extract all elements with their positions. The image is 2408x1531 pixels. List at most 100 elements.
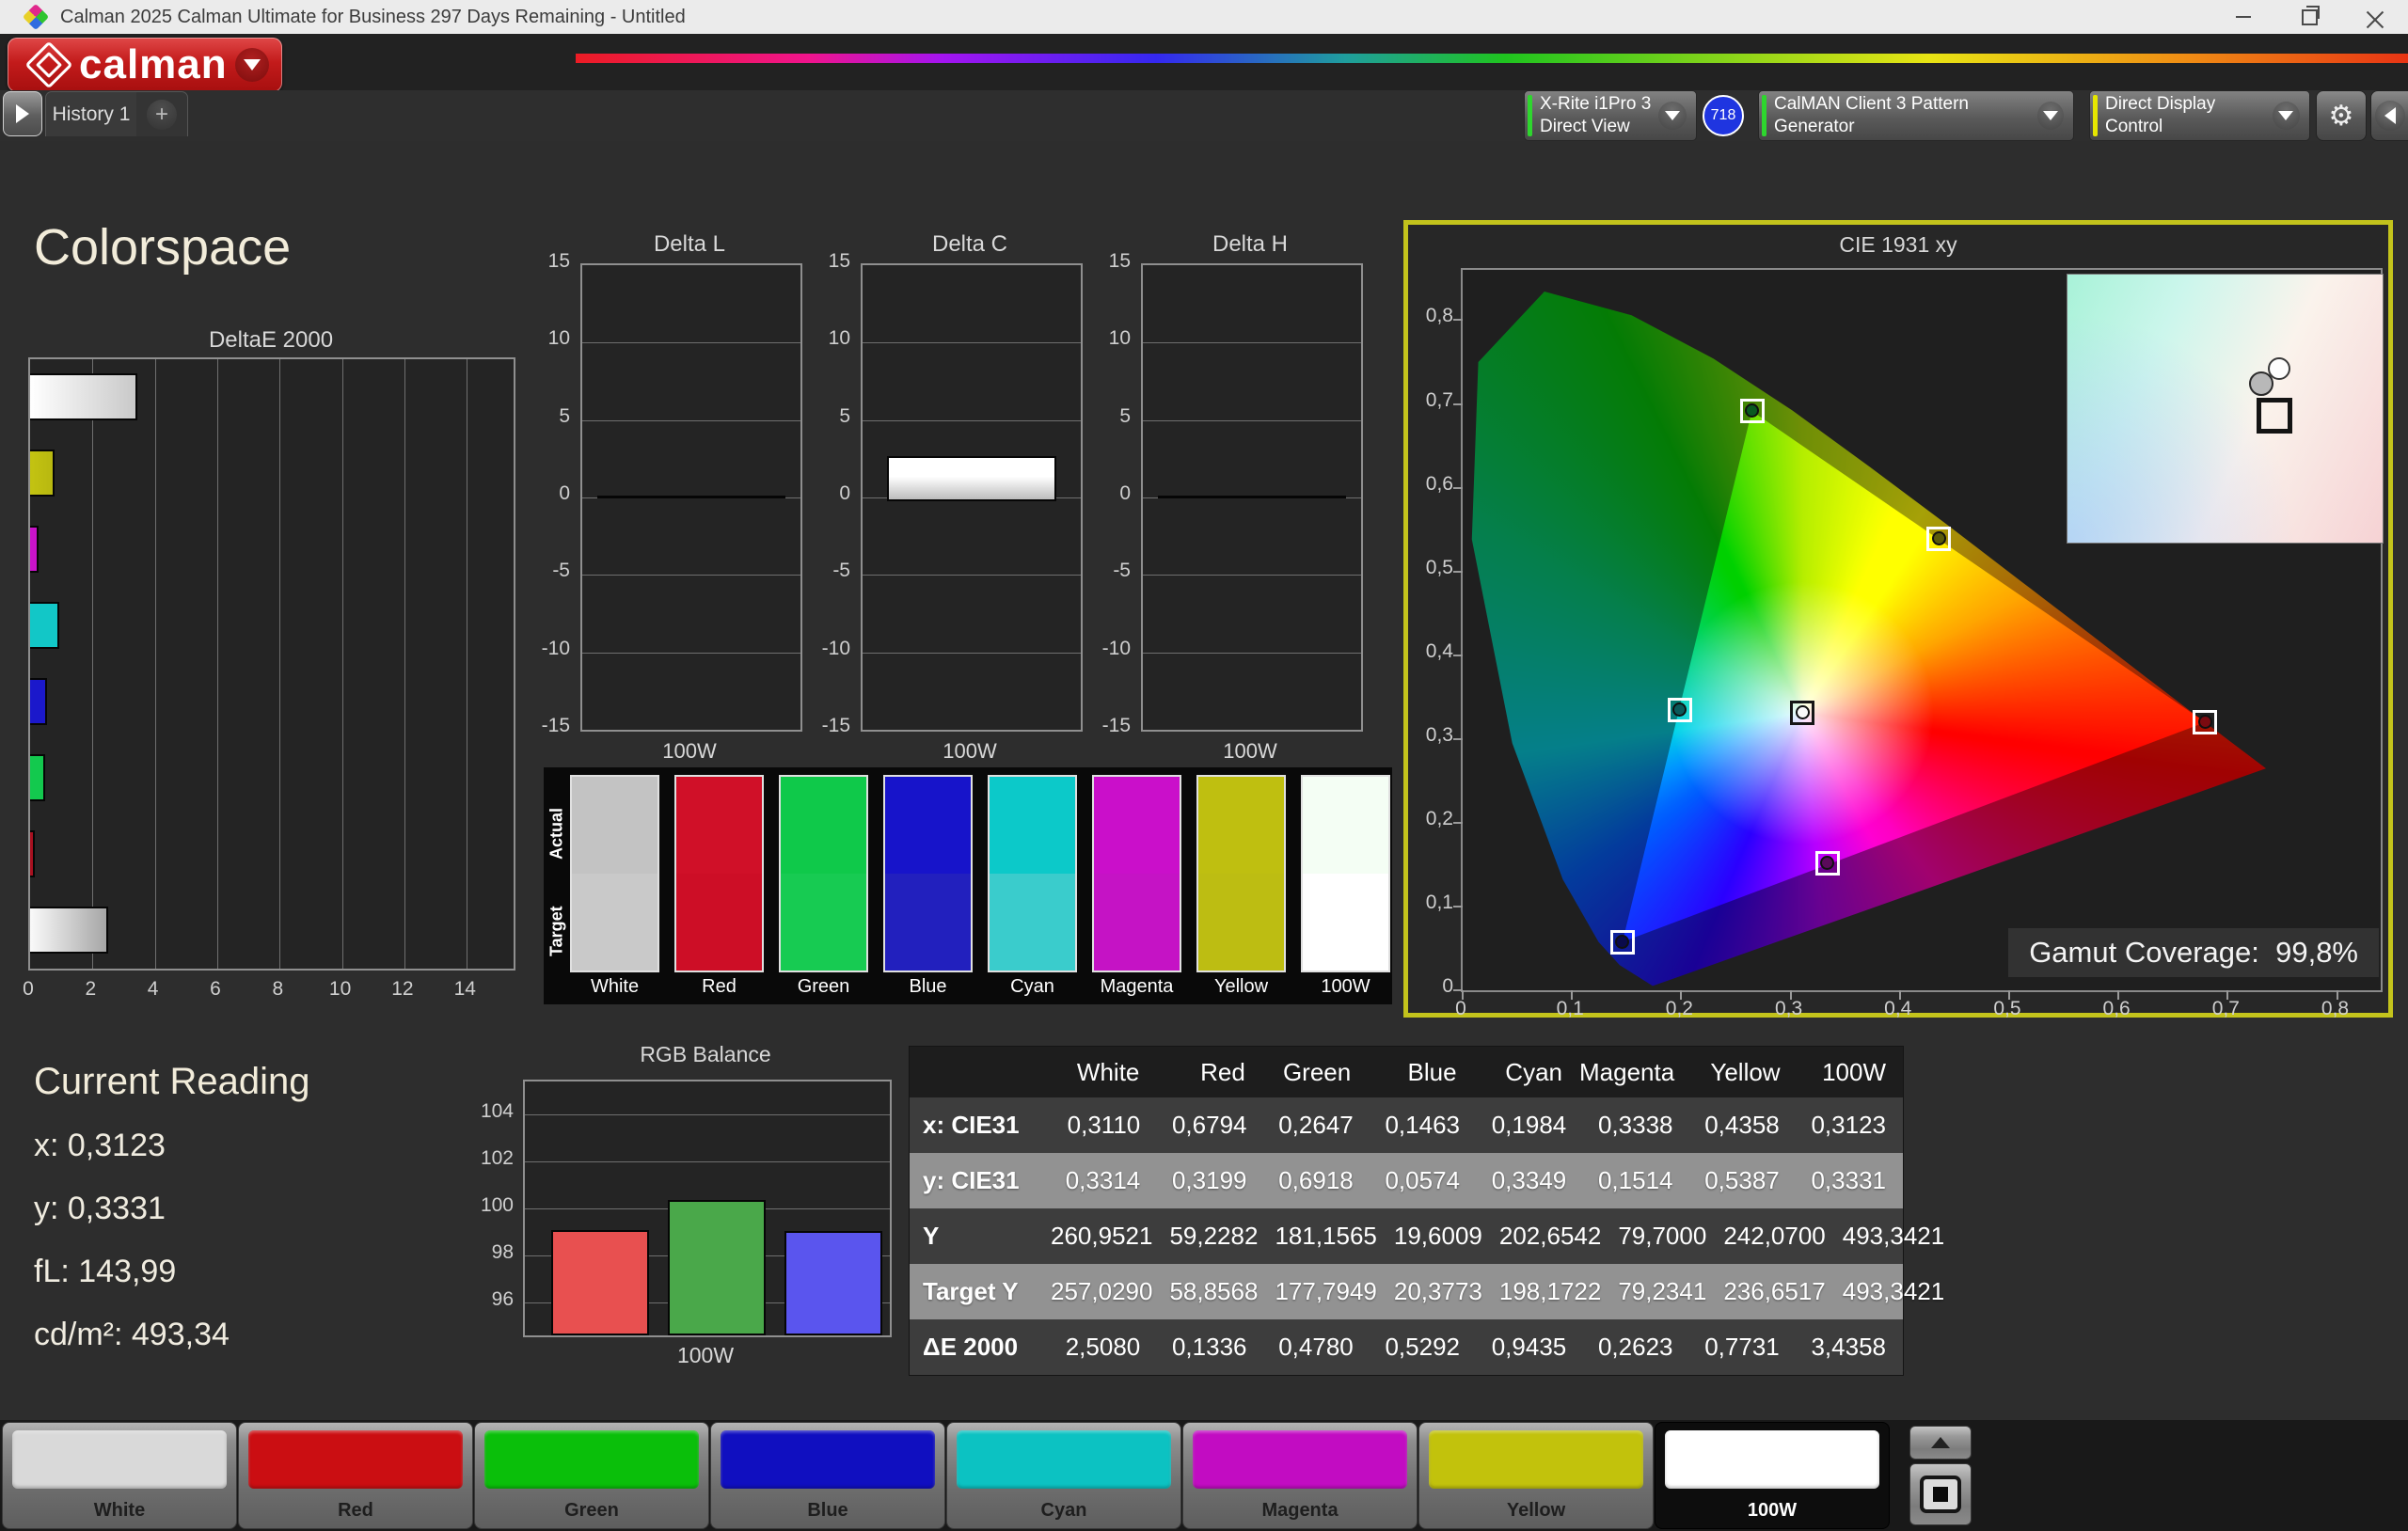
pattern-button-cyan[interactable]: Cyan	[946, 1422, 1181, 1529]
section-title: Current Reading	[34, 1061, 310, 1103]
gridline	[582, 420, 800, 421]
table-cell: 0,3331	[1797, 1166, 1903, 1195]
gridline	[404, 359, 405, 969]
pattern-button-100w[interactable]: 100W	[1655, 1422, 1890, 1529]
settings-button[interactable]: ⚙	[2316, 90, 2367, 141]
axis-label: 100W	[580, 739, 799, 764]
axis-tick-label: 0,7	[2197, 998, 2254, 1020]
pattern-generator-dropdown[interactable]: CalMAN Client 3 Pattern Generator	[1758, 90, 2074, 141]
table-row: Target Y257,029058,8568177,794920,377319…	[910, 1264, 1903, 1319]
meter-dropdown[interactable]: X-Rite i1Pro 3 Direct View	[1524, 90, 1697, 141]
axis-tick-label: 0,2	[1412, 808, 1453, 830]
pattern-window-icon	[1920, 1476, 1961, 1513]
pattern-button-green[interactable]: Green	[474, 1422, 709, 1529]
axis-tick-label: -15	[519, 715, 570, 737]
table-cell: 181,1565	[1275, 1222, 1393, 1251]
patch-label: 100W	[1293, 976, 1398, 998]
row-label: y: CIE31	[910, 1166, 1051, 1195]
pattern-window-button[interactable]	[1909, 1463, 1972, 1525]
pattern-button-label: Yellow	[1419, 1500, 1653, 1522]
gridline	[1143, 420, 1361, 421]
axis-tick-label: 6	[187, 978, 244, 1001]
chevron-down-icon[interactable]	[235, 48, 269, 82]
table-cell: 0,1514	[1583, 1166, 1689, 1195]
window-title: Calman 2025 Calman Ultimate for Business…	[60, 7, 686, 28]
axis-tick-label: 4	[125, 978, 182, 1001]
axis-tick-label: 0,3	[1761, 998, 1817, 1020]
axis-tick-label: 0,4	[1870, 998, 1926, 1020]
display-status-indicator	[2093, 95, 2098, 136]
pattern-button-blue[interactable]: Blue	[710, 1422, 945, 1529]
tab-history-1[interactable]: History 1	[45, 91, 137, 136]
deltae-bar-white	[30, 907, 108, 954]
patch-label: Green	[771, 976, 876, 998]
meter-status-indicator	[1528, 95, 1532, 136]
gamut-coverage-readout: Gamut Coverage: 99,8%	[2008, 928, 2379, 977]
pattern-button-yellow[interactable]: Yellow	[1418, 1422, 1654, 1529]
gridline	[279, 359, 280, 969]
table-cell: 20,3773	[1394, 1277, 1499, 1306]
sidebar-expander-button[interactable]	[3, 91, 42, 136]
pattern-button-red[interactable]: Red	[238, 1422, 473, 1529]
table-cell: 242,0700	[1723, 1222, 1842, 1251]
collapse-panel-button[interactable]	[2370, 90, 2408, 141]
deltae-bar-cyan	[30, 602, 59, 649]
calman-menu-button[interactable]: calman	[8, 38, 282, 92]
gear-icon: ⚙	[2329, 100, 2354, 133]
restore-button[interactable]	[2276, 0, 2342, 34]
axis-tick-label: 98	[467, 1241, 514, 1264]
close-button[interactable]	[2342, 0, 2408, 34]
gridline	[863, 653, 1081, 654]
table-cell: 260,9521	[1051, 1222, 1169, 1251]
gridline	[582, 342, 800, 343]
column-header: White	[1051, 1058, 1156, 1087]
pattern-button-bar: WhiteRedGreenBlueCyanMagentaYellow100W ■…	[0, 1420, 2408, 1531]
reading-value: y: 0,3331	[34, 1191, 310, 1227]
axis-tick-label: -15	[800, 715, 850, 737]
axis-tick-label: 0,5	[1412, 557, 1453, 579]
calman-app-window: Calman 2025 Calman Ultimate for Business…	[0, 0, 2408, 1531]
rgb-bar-blue	[784, 1231, 882, 1335]
cie-point-red	[2193, 710, 2217, 734]
axis-tick-label: 0	[1433, 998, 1489, 1020]
calman-logo-icon	[25, 41, 73, 89]
target-color	[1198, 874, 1284, 971]
axis-tick-label: 0,8	[2307, 998, 2364, 1020]
pattern-color-patch	[248, 1430, 463, 1489]
patch-label: White	[562, 976, 667, 998]
table-row: x: CIE310,31100,67940,26470,14630,19840,…	[910, 1097, 1903, 1153]
table-cell: 2,5080	[1051, 1333, 1157, 1362]
axis-tick-label: 15	[519, 250, 570, 273]
add-tab-button[interactable]: +	[136, 91, 188, 136]
deltae-bar-blue	[30, 678, 47, 725]
rainbow-strip	[576, 54, 2408, 63]
axis-tick-label: 0	[800, 482, 850, 505]
chart-title: Delta H	[1141, 231, 1359, 258]
axis-tick-label: 0,6	[2088, 998, 2145, 1020]
scroll-up-button[interactable]	[1909, 1426, 1972, 1460]
patch-swatch-100w	[1301, 775, 1390, 972]
pattern-button-label: Blue	[711, 1500, 944, 1522]
pattern-button-magenta[interactable]: Magenta	[1182, 1422, 1418, 1529]
axis-label: 100W	[523, 1343, 888, 1368]
brand-label: calman	[79, 41, 228, 88]
gridline	[863, 342, 1081, 343]
gridline	[1143, 575, 1361, 576]
meter-count-badge[interactable]: 718	[1703, 95, 1744, 136]
minimize-button[interactable]	[2210, 0, 2276, 34]
delta-l-chart: Delta L 100W 151050-5-10-15	[519, 231, 811, 767]
axis-tick-label: 5	[519, 405, 570, 428]
rgb-plot-area	[523, 1080, 892, 1337]
measured-dot	[1745, 403, 1759, 418]
reading-value: cd/m²: 493,34	[34, 1317, 310, 1353]
axis-tick-label: 0,6	[1412, 473, 1453, 496]
pattern-color-patch	[957, 1430, 1171, 1489]
source-label: CalMAN Client 3 Pattern Generator	[1774, 93, 2037, 138]
display-label: Direct Display Control	[2105, 93, 2273, 138]
axis-tick-label: -15	[1080, 715, 1131, 737]
patch-swatch-magenta	[1092, 775, 1181, 972]
display-control-dropdown[interactable]: Direct Display Control	[2089, 90, 2310, 141]
pattern-color-patch	[1193, 1430, 1407, 1489]
pattern-button-white[interactable]: White	[2, 1422, 237, 1529]
axis-tick-label: 0,4	[1412, 640, 1453, 663]
